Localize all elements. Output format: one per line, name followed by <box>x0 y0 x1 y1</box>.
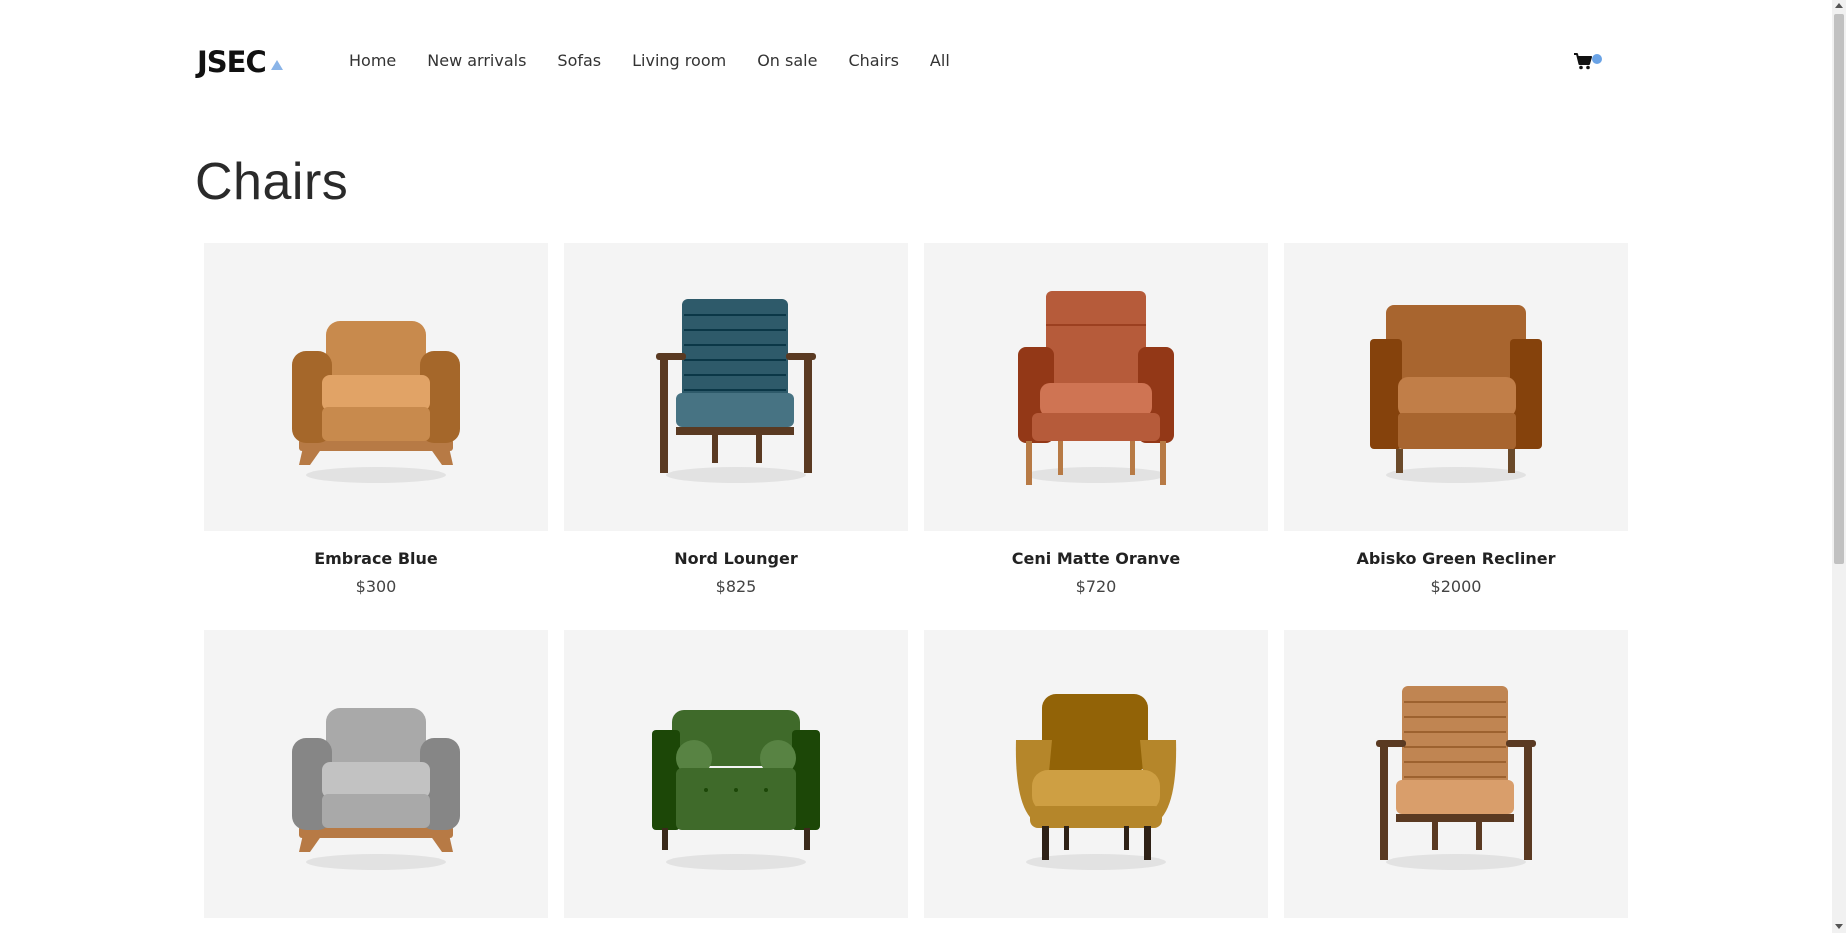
product-name[interactable]: Ceni Matte Oranve <box>924 549 1268 569</box>
product-price: $2000 <box>1430 577 1482 596</box>
main-nav: Home New arrivals Sofas Living room On s… <box>349 50 981 72</box>
cart-icon <box>1574 53 1592 70</box>
nav-item-all[interactable]: All <box>930 50 950 72</box>
product-card[interactable] <box>924 630 1268 933</box>
page: JSEC Home New arrivals Sofas Living room… <box>0 0 1832 933</box>
page-title: Chairs <box>195 153 349 211</box>
scroll-thumb[interactable] <box>1834 14 1844 564</box>
product-image[interactable] <box>1284 243 1628 531</box>
product-card[interactable]: Embrace Blue $300 <box>204 243 548 597</box>
nav-item-new-arrivals[interactable]: New arrivals <box>427 50 526 72</box>
scroll-down-arrow-icon[interactable] <box>1835 924 1843 929</box>
product-card[interactable]: Ceni Matte Oranve $720 <box>924 243 1268 597</box>
product-card[interactable]: Abisko Green Recliner $2000 <box>1284 243 1628 597</box>
vertical-scrollbar[interactable] <box>1832 0 1846 933</box>
nav-item-sofas[interactable]: Sofas <box>557 50 601 72</box>
product-image[interactable] <box>204 630 548 918</box>
product-price: $825 <box>715 577 757 596</box>
product-price: $300 <box>355 577 397 596</box>
product-card[interactable]: Nord Lounger $825 <box>564 243 908 597</box>
product-card[interactable] <box>1284 630 1628 933</box>
product-name[interactable]: Nord Lounger <box>564 549 908 569</box>
nav-item-living-room[interactable]: Living room <box>632 50 726 72</box>
brand-logo[interactable]: JSEC <box>197 47 283 77</box>
nav-item-chairs[interactable]: Chairs <box>848 50 898 72</box>
product-card[interactable] <box>204 630 548 933</box>
product-card[interactable] <box>564 630 908 933</box>
nav-item-home[interactable]: Home <box>349 50 396 72</box>
nav-item-on-sale[interactable]: On sale <box>757 50 817 72</box>
scroll-up-arrow-icon[interactable] <box>1835 3 1843 8</box>
cart-button[interactable] <box>1574 51 1604 73</box>
product-name[interactable]: Embrace Blue <box>204 549 548 569</box>
product-image[interactable] <box>1284 630 1628 918</box>
product-image[interactable] <box>924 630 1268 918</box>
triangle-icon <box>270 60 283 70</box>
cart-notification-dot <box>1592 54 1602 64</box>
product-name[interactable]: Abisko Green Recliner <box>1284 549 1628 569</box>
product-image[interactable] <box>564 630 908 918</box>
product-image[interactable] <box>204 243 548 531</box>
product-price: $720 <box>1075 577 1117 596</box>
logo-text: JSEC <box>197 44 267 79</box>
product-image[interactable] <box>924 243 1268 531</box>
product-image[interactable] <box>564 243 908 531</box>
